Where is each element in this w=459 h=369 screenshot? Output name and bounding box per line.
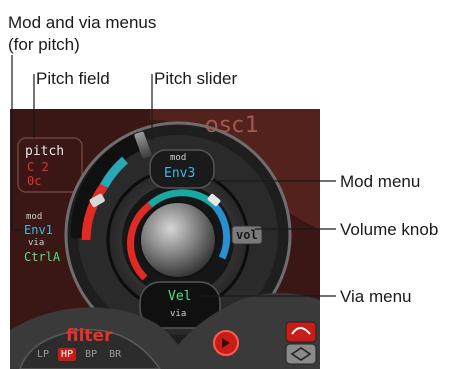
filter-mode-button[interactable] — [285, 343, 317, 365]
filter-title: filter — [66, 326, 113, 346]
pitch-coarse-value[interactable]: C 2 — [27, 160, 49, 174]
volume-via-label: via — [170, 309, 187, 319]
filter-mode-row: LP HP BP BR — [34, 348, 124, 361]
callout-mod-menu: Mod menu — [340, 172, 421, 191]
pitch-via-menu[interactable]: CtrlA — [24, 250, 60, 264]
volume-knob[interactable] — [139, 201, 217, 279]
callout-pitch-slider: Pitch slider — [154, 69, 238, 88]
callout-volume-knob: Volume knob — [340, 220, 439, 239]
volume-mod-menu[interactable]: Env3 — [164, 166, 195, 181]
filter-mode-hp[interactable]: HP — [58, 348, 77, 361]
volume-mod-label: mod — [170, 153, 187, 163]
callout-via-menu: Via menu — [340, 287, 412, 306]
osc-title: osc1 — [205, 113, 261, 138]
pitch-via-label: via — [28, 238, 45, 248]
filter-mode-lp[interactable]: LP — [34, 348, 52, 361]
filter-mode-br[interactable]: BR — [106, 348, 124, 361]
filter-mode-bp[interactable]: BP — [82, 348, 100, 361]
pitch-mod-label: mod — [26, 212, 43, 222]
vol-label: vol — [236, 228, 258, 242]
volume-via-menu[interactable]: Vel — [168, 289, 191, 304]
callout-pitch-field: Pitch field — [36, 69, 110, 88]
pitch-label: pitch — [25, 144, 65, 159]
filter-shape-button[interactable] — [285, 321, 317, 343]
pitch-fine-value[interactable]: 0c — [27, 174, 41, 188]
callout-mod-via-menus: Mod and via menus — [8, 13, 157, 32]
callout-mod-via-menus-sub: (for pitch) — [8, 35, 80, 54]
pitch-mod-menu[interactable]: Env1 — [24, 223, 53, 237]
